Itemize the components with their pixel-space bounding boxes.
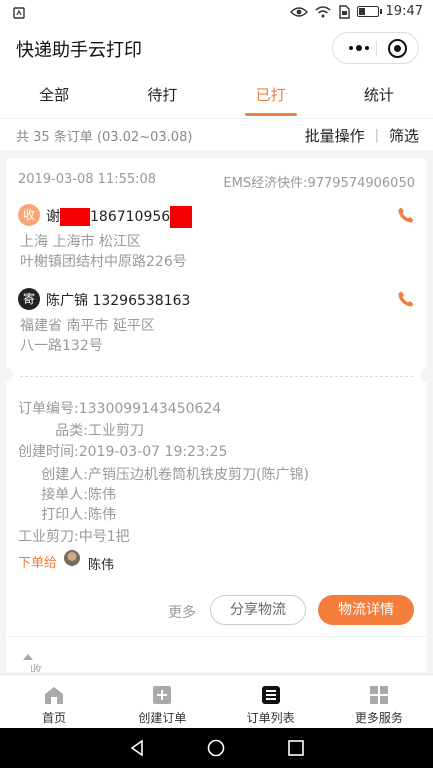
home-button-icon[interactable] — [207, 739, 225, 757]
order-count-summary: 共 35 条订单 (03.02~03.08) — [16, 130, 193, 145]
collapse-details-label: 收起订单详情 — [30, 663, 43, 672]
dispatch-name: 陈伟 — [88, 558, 115, 573]
avatar — [64, 550, 80, 566]
redaction-mark — [170, 206, 193, 228]
order-number-row: 订单编号:1330099143450624 — [18, 401, 222, 417]
tab-pending-print[interactable]: 待打 — [108, 72, 216, 118]
nav-home-label: 首页 — [42, 711, 67, 725]
call-sender-icon[interactable] — [397, 290, 415, 308]
caret-up-icon — [23, 653, 33, 660]
recents-icon[interactable] — [287, 739, 305, 757]
tab-all[interactable]: 全部 — [0, 72, 108, 118]
order-date: 2019-03-08 11:55:08 — [18, 172, 157, 187]
add-order-icon — [153, 686, 172, 704]
receiver-address-line1: 上海 上海市 松江区 — [20, 234, 141, 250]
tracking-number: EMS经济快件:9779574906050 — [223, 176, 415, 191]
receiver-surname: 谢 — [46, 209, 60, 225]
status-time: 19:47 — [385, 4, 423, 19]
goods-note: 工业剪刀:中号1把 — [18, 529, 130, 545]
logistics-detail-button[interactable]: 物流详情 — [318, 595, 414, 625]
share-logistics-button[interactable]: 分享物流 — [210, 595, 306, 625]
assignee-row: 接单人:陈伟 — [41, 487, 116, 503]
mini-program-capsule — [332, 32, 419, 64]
dashed-divider — [20, 376, 413, 377]
status-bar: 19:47 — [0, 0, 433, 26]
title-bar: 快递助手云打印 — [0, 26, 433, 72]
category-row: 品类:工业剪刀 — [55, 423, 144, 439]
action-divider: | — [374, 128, 379, 143]
redaction-mark — [60, 208, 90, 226]
collapse-details-row[interactable]: 收起订单详情 — [6, 636, 427, 672]
receiver-phone: 186710956 — [90, 209, 171, 225]
receiver-badge: 收 — [18, 204, 40, 226]
tab-statistics[interactable]: 统计 — [325, 72, 433, 118]
order-card-header: 2019-03-08 11:55:08 EMS经济快件:977957490605… — [18, 172, 415, 191]
receiver-block: 收 谢 186710956 上海 上海市 松江区 叶榭镇团结村中原路226号 — [18, 204, 415, 274]
sender-name-line: 陈广锦 13296538163 — [46, 290, 190, 310]
grid-icon — [369, 686, 388, 704]
creator-row: 创建人:产销压边机卷筒机铁皮剪刀(陈广锦) — [41, 467, 309, 483]
batch-action-button[interactable]: 批量操作 — [305, 125, 365, 146]
notification-icon — [13, 7, 25, 19]
dispatch-label: 下单给 — [18, 556, 58, 571]
created-time: 2019-03-07 19:23:25 — [78, 444, 228, 460]
sender-name: 陈广锦 — [46, 293, 88, 309]
card-notch — [420, 368, 427, 382]
card-notch — [6, 368, 13, 382]
call-receiver-icon[interactable] — [397, 206, 415, 224]
created-time-row: 创建时间:2019-03-07 19:23:25 — [18, 444, 228, 460]
nav-order-list-label: 订单列表 — [246, 711, 295, 725]
nav-create-order-label: 创建订单 — [138, 711, 187, 725]
category-value: 工业剪刀 — [88, 423, 144, 439]
tab-printed[interactable]: 已打 — [217, 72, 325, 118]
order-number: 1330099143450624 — [78, 401, 222, 417]
sender-badge: 寄 — [18, 288, 40, 310]
app-title: 快递助手云打印 — [16, 40, 142, 61]
order-list-icon — [261, 686, 280, 704]
wifi-icon — [315, 5, 331, 17]
close-capsule-icon[interactable] — [388, 39, 407, 58]
more-menu-icon[interactable] — [345, 40, 373, 56]
filter-bar: 共 35 条订单 (03.02~03.08) 批量操作 | 筛选 — [0, 118, 433, 150]
sender-address-line2: 八一路132号 — [20, 338, 103, 354]
printer-row: 打印人:陈伟 — [41, 507, 116, 523]
receiver-name: 谢 186710956 — [46, 206, 193, 228]
printer-value: 陈伟 — [88, 507, 116, 523]
nav-create-order[interactable]: 创建订单 — [108, 675, 216, 728]
home-icon — [45, 687, 64, 704]
nav-more-services-label: 更多服务 — [354, 711, 403, 725]
nav-more-services[interactable]: 更多服务 — [325, 675, 433, 728]
eye-icon — [289, 6, 308, 17]
system-navigation-bar — [0, 728, 433, 768]
battery-icon — [356, 6, 382, 17]
filter-button[interactable]: 筛选 — [389, 125, 419, 146]
back-icon[interactable] — [128, 739, 146, 757]
bottom-nav: 首页 创建订单 订单列表 更多服务 — [0, 674, 433, 728]
receiver-address-line2: 叶榭镇团结村中原路226号 — [20, 254, 187, 270]
more-button[interactable]: 更多 — [168, 602, 196, 622]
sim-icon — [338, 4, 350, 19]
nav-order-list[interactable]: 订单列表 — [217, 675, 325, 728]
order-card: 2019-03-08 11:55:08 EMS经济快件:977957490605… — [6, 158, 427, 672]
sender-block: 寄 陈广锦 13296538163 福建省 南平市 延平区 八一路132号 — [18, 288, 415, 358]
status-tabs: 全部 待打 已打 统计 — [0, 72, 433, 118]
nav-home[interactable]: 首页 — [0, 675, 108, 728]
sender-address-line1: 福建省 南平市 延平区 — [20, 318, 155, 334]
creator-value: 产销压边机卷筒机铁皮剪刀(陈广锦) — [88, 467, 309, 483]
assignee-value: 陈伟 — [88, 487, 116, 503]
sender-phone: 13296538163 — [92, 293, 191, 309]
